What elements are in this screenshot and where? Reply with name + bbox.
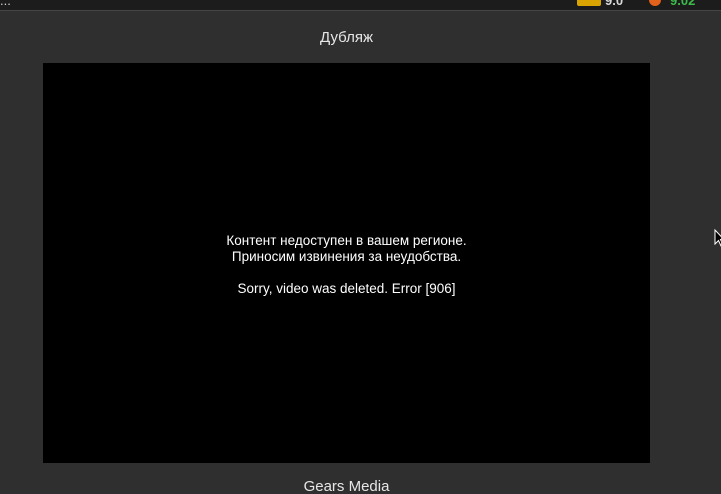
mouse-pointer-icon (714, 229, 721, 247)
rating-value-secondary: 9.02 (670, 0, 696, 8)
rating-badge-icon (577, 0, 601, 6)
video-player[interactable]: Контент недоступен в вашем регионе. Прин… (43, 63, 650, 463)
top-bar-text: ... (0, 0, 11, 8)
dubbing-title: Дубляж (320, 29, 373, 46)
rating-value-primary: 9.0 (605, 0, 624, 8)
top-bar: ... 9.0 9.02 (0, 0, 721, 11)
rating-logo-icon (649, 0, 661, 6)
apology-message: Приносим извинения за неудобства. (231, 249, 462, 264)
region-unavailable-message: Контент недоступен в вашем регионе. (226, 233, 467, 248)
error-message: Sorry, video was deleted. Error [906] (237, 281, 456, 296)
source-caption[interactable]: Gears Media (43, 478, 650, 494)
page: ... 9.0 9.02 Дубляж Контент недоступен в… (0, 0, 721, 494)
